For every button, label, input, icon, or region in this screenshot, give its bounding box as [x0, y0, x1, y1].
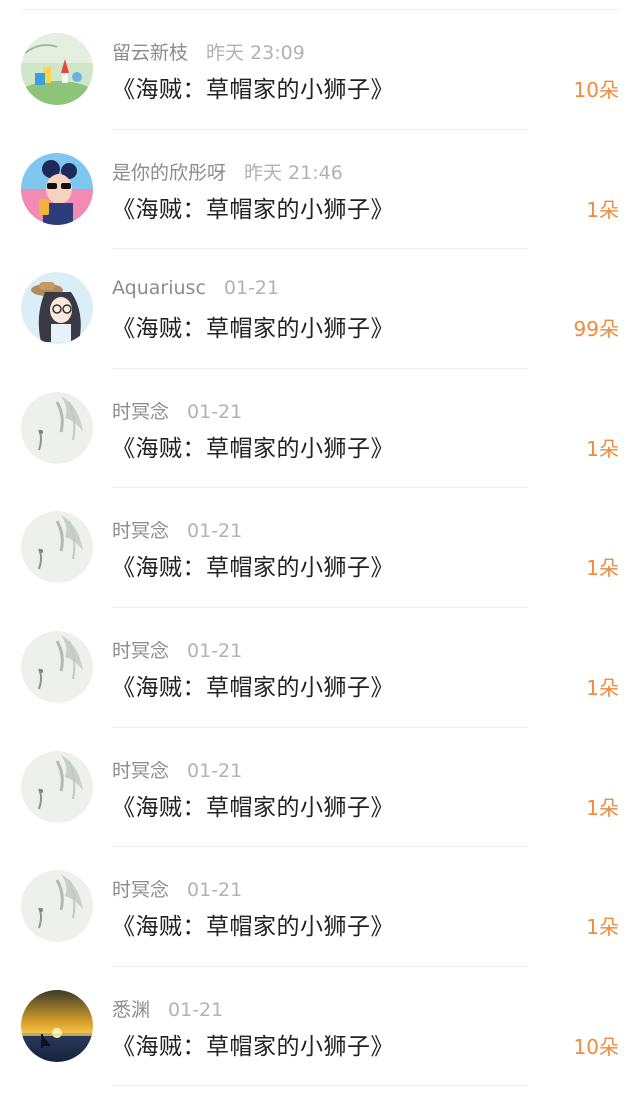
sender-name[interactable]: 时冥念: [112, 879, 169, 901]
ink-wash-avatar: [21, 750, 93, 823]
ink-wash-avatar: [21, 391, 93, 464]
list-item[interactable]: 时冥念 01-21 《海贼：草帽家的小狮子》 1朵: [0, 488, 640, 608]
flower-count: 99朵: [573, 317, 619, 342]
book-title: 《海贼：草帽家的小狮子》: [112, 196, 394, 223]
sender-meta: 时冥念 01-21: [112, 516, 242, 542]
avatar[interactable]: [21, 989, 93, 1062]
avatar[interactable]: [21, 391, 93, 464]
sender-meta: 悉渊 01-21: [112, 995, 223, 1021]
book-title: 《海贼：草帽家的小狮子》: [112, 794, 394, 821]
book-title: 《海贼：草帽家的小狮子》: [112, 914, 394, 941]
avatar[interactable]: [21, 272, 93, 345]
sender-meta: 留云新枝 昨天 23:09: [112, 38, 305, 64]
ink-wash-avatar: [21, 511, 93, 584]
avatar[interactable]: [21, 33, 93, 105]
flower-count: 1朵: [586, 675, 619, 700]
send-time: 昨天 21:46: [244, 161, 343, 184]
list-item[interactable]: 时冥念 01-21 《海贼：草帽家的小狮子》 1朵: [0, 728, 640, 848]
sender-name[interactable]: 时冥念: [112, 520, 169, 542]
list-item[interactable]: 时冥念 01-21 《海贼：草帽家的小狮子》 1朵: [0, 608, 640, 728]
book-title: 《海贼：草帽家的小狮子》: [112, 674, 394, 701]
gift-record-list: 留云新枝 昨天 23:09 《海贼：草帽家的小狮子》 10朵 是你的欣彤呀 昨天 2…: [0, 10, 640, 1087]
ink-wash-avatar: [21, 870, 93, 943]
avatar[interactable]: [21, 511, 93, 584]
row-divider: [112, 1085, 528, 1087]
sender-name[interactable]: 留云新枝: [112, 42, 188, 64]
avatar[interactable]: [21, 870, 93, 943]
list-item[interactable]: 时冥念 01-21 《海贼：草帽家的小狮子》 1朵: [0, 369, 640, 489]
list-item[interactable]: Aquariusc 01-21 《海贼：草帽家的小狮子》 99朵: [0, 249, 640, 369]
sender-meta: 是你的欣彤呀 昨天 21:46: [112, 158, 343, 184]
flower-count: 10朵: [573, 78, 619, 102]
book-title: 《海贼：草帽家的小狮子》: [112, 435, 394, 462]
flower-count: 1朵: [586, 915, 619, 940]
sender-name[interactable]: 是你的欣彤呀: [112, 162, 226, 184]
flower-count: 10朵: [573, 1034, 619, 1059]
avatar[interactable]: [21, 630, 93, 703]
avatar[interactable]: [21, 750, 93, 823]
book-title: 《海贼：草帽家的小狮子》: [112, 77, 394, 103]
sender-meta: 时冥念 01-21: [112, 397, 242, 423]
send-time: 01-21: [168, 998, 224, 1021]
list-item[interactable]: 时冥念 01-21 《海贼：草帽家的小狮子》 1朵: [0, 847, 640, 967]
list-item[interactable]: 悉渊 01-21 《海贼：草帽家的小狮子》 10朵: [0, 967, 640, 1087]
sender-name[interactable]: 悉渊: [112, 999, 150, 1021]
flower-count: 1朵: [586, 436, 619, 461]
sender-meta: Aquariusc 01-21: [112, 277, 279, 303]
flower-count: 1朵: [586, 556, 619, 581]
send-time: 01-21: [187, 639, 243, 662]
sender-name[interactable]: 时冥念: [112, 401, 169, 423]
sender-meta: 时冥念 01-21: [112, 636, 242, 662]
garden-figurine-avatar: [21, 33, 93, 105]
sender-meta: 时冥念 01-21: [112, 875, 242, 901]
send-time: 01-21: [223, 277, 280, 300]
flower-count: 1朵: [586, 795, 619, 820]
book-title: 《海贼：草帽家的小狮子》: [112, 316, 394, 343]
list-item[interactable]: 留云新枝 昨天 23:09 《海贼：草帽家的小狮子》 10朵: [0, 10, 640, 130]
sunset-sea-avatar: [21, 989, 93, 1062]
flower-count: 1朵: [586, 197, 619, 222]
avatar[interactable]: [21, 152, 93, 225]
sender-name[interactable]: 时冥念: [112, 640, 169, 662]
send-time: 01-21: [187, 759, 243, 782]
send-time: 昨天 23:09: [206, 42, 305, 64]
sender-name[interactable]: Aquariusc: [112, 277, 206, 299]
send-time: 01-21: [187, 400, 243, 423]
list-item[interactable]: 是你的欣彤呀 昨天 21:46 《海贼：草帽家的小狮子》 1朵: [0, 130, 640, 250]
book-title: 《海贼：草帽家的小狮子》: [112, 1033, 394, 1060]
anime-hat-avatar: [21, 272, 93, 345]
sunglasses-girl-avatar: [21, 152, 93, 225]
sender-meta: 时冥念 01-21: [112, 756, 242, 782]
book-title: 《海贼：草帽家的小狮子》: [112, 555, 394, 582]
send-time: 01-21: [187, 520, 243, 543]
sender-name[interactable]: 时冥念: [112, 760, 169, 782]
ink-wash-avatar: [21, 630, 93, 703]
send-time: 01-21: [187, 879, 243, 902]
